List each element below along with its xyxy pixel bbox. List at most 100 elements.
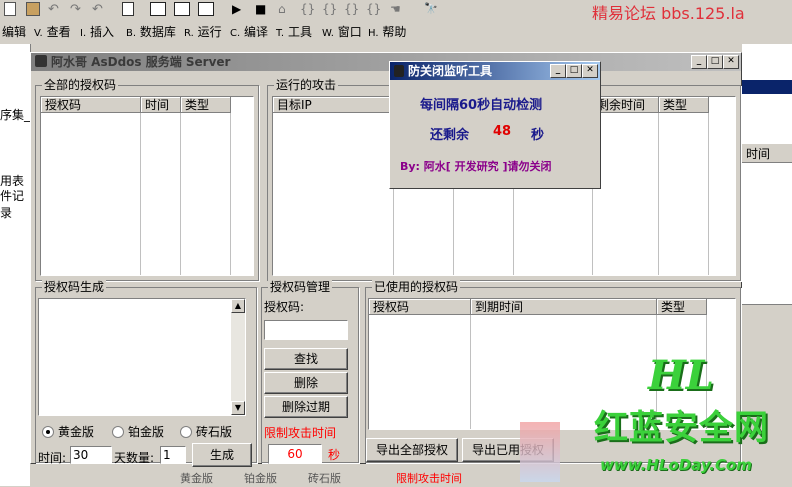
radio-gold-label: 黄金版 xyxy=(58,425,95,439)
popup-remaining-unit: 秒 xyxy=(531,128,545,143)
days-label: 天数量: xyxy=(114,451,155,465)
scroll-up-button[interactable]: ▲ xyxy=(231,299,245,313)
radio-diamond[interactable] xyxy=(180,426,192,438)
ide-left-panel: 序集_ 用表 件记录 xyxy=(0,44,31,486)
limit-label: 限制攻击时间 xyxy=(264,426,337,440)
menu-help[interactable]: H. 帮助 xyxy=(368,23,406,40)
menu-database[interactable]: B. 数据库 xyxy=(126,23,176,40)
manage-legend: 授权码管理 xyxy=(268,280,333,294)
radio-gold[interactable] xyxy=(42,426,54,438)
layout3-icon[interactable] xyxy=(198,2,214,16)
col-expire[interactable]: 到期时间 xyxy=(471,299,657,315)
stop-icon[interactable]: ■ xyxy=(255,2,271,16)
time-input[interactable]: 30 xyxy=(70,446,112,464)
maximize-button[interactable]: □ xyxy=(707,55,723,69)
col-time[interactable]: 时间 xyxy=(141,97,181,113)
close-button[interactable]: ✕ xyxy=(723,55,739,69)
bottom-edition-1: 黄金版 xyxy=(180,472,213,485)
left-fragment-3: 件记录 xyxy=(0,189,25,220)
run-icon[interactable]: ▶ xyxy=(232,2,248,16)
watermark-url: www.HLoDay.Com xyxy=(600,456,752,474)
main-titlebar[interactable]: 阿水哥 AsDdos 服务端 Server _ □ ✕ xyxy=(31,53,741,71)
popup-maximize-button[interactable]: □ xyxy=(566,64,582,78)
step-into-icon[interactable]: {} xyxy=(300,2,316,16)
col-used-code[interactable]: 授权码 xyxy=(369,299,471,315)
col-used-type[interactable]: 类型 xyxy=(657,299,707,315)
menu-window[interactable]: W. 窗口 xyxy=(322,23,362,40)
right-header: 时间 xyxy=(742,144,792,163)
popup-close-button[interactable]: ✕ xyxy=(582,64,598,78)
left-fragment-1: 序集_ xyxy=(0,108,31,122)
watermark: HL 红蓝安全网 www.HLoDay.Com xyxy=(520,352,792,486)
right-header-label: 时间 xyxy=(746,147,771,161)
col-type[interactable]: 类型 xyxy=(181,97,231,113)
radio-platinum[interactable] xyxy=(112,426,124,438)
generate-group: 授权码生成 ▲ ▼ 黄金版 铂金版 砖石版 时间: 30 天数量: 1 生成 xyxy=(35,280,257,467)
menu-run[interactable]: R. 运行 xyxy=(184,23,222,40)
hand-icon[interactable]: ☚ xyxy=(390,2,406,16)
popup-minimize-button[interactable]: _ xyxy=(550,64,566,78)
export-all-button[interactable]: 导出全部授权 xyxy=(366,438,458,462)
step-out-icon[interactable]: {} xyxy=(344,2,360,16)
code-input[interactable] xyxy=(264,320,348,340)
redo-icon[interactable]: ↷ xyxy=(70,2,86,17)
scroll-down-button[interactable]: ▼ xyxy=(231,401,245,415)
find-button[interactable]: 查找 xyxy=(264,348,348,370)
code-label: 授权码: xyxy=(264,300,305,314)
main-title: 阿水哥 AsDdos 服务端 Server xyxy=(51,55,231,69)
menu-compile[interactable]: C. 编译 xyxy=(230,23,268,40)
bottom-edition-3: 砖石版 xyxy=(308,472,341,485)
generate-button[interactable]: 生成 xyxy=(192,443,252,467)
generate-output[interactable]: ▲ ▼ xyxy=(38,298,246,416)
popup-title: 防关闭监听工具 xyxy=(408,64,493,78)
menu-view[interactable]: V. 查看 xyxy=(34,23,71,40)
popup-remaining-label: 还剩余 xyxy=(430,128,470,143)
popup-app-icon xyxy=(394,65,404,77)
radio-diamond-label: 砖石版 xyxy=(196,425,233,439)
col-code[interactable]: 授权码 xyxy=(41,97,141,113)
delete-button[interactable]: 删除 xyxy=(264,372,348,394)
step-over-icon[interactable]: {} xyxy=(322,2,338,16)
copy-icon[interactable] xyxy=(4,2,16,16)
menu-tools[interactable]: T. 工具 xyxy=(276,23,312,40)
popup-check-interval: 每间隔60秒自动检测 xyxy=(420,98,543,113)
generate-legend: 授权码生成 xyxy=(42,280,107,294)
paste-icon[interactable] xyxy=(26,2,40,16)
days-value: 1 xyxy=(163,448,171,462)
layout1-icon[interactable] xyxy=(150,2,166,16)
col-remaining[interactable]: 剩余时间 xyxy=(593,97,659,113)
limit-value: 60 xyxy=(287,447,303,461)
step-icon[interactable]: ⌂ xyxy=(278,2,294,16)
bottom-limit-label: 限制攻击时间 xyxy=(396,472,462,485)
undo-icon[interactable]: ↶ xyxy=(48,2,64,17)
bottom-edition-2: 铂金版 xyxy=(244,472,277,485)
all-codes-legend: 全部的授权码 xyxy=(42,78,119,92)
days-input[interactable]: 1 xyxy=(160,446,186,464)
watermark-logo: HL xyxy=(648,352,714,399)
layout2-icon[interactable] xyxy=(174,2,190,16)
delete-expired-button[interactable]: 删除过期 xyxy=(264,396,348,418)
popup-footer: By: 阿水[ 开发研究 ]请勿关闭 xyxy=(400,160,552,173)
popup-countdown: 48 xyxy=(493,124,512,139)
ide-menubar: 编辑 V. 查看 I. 插入 B. 数据库 R. 运行 C. 编译 T. 工具 … xyxy=(0,20,792,40)
binoculars-icon[interactable]: 🔭 xyxy=(424,2,440,16)
time-label: 时间: xyxy=(38,451,67,465)
col-running-type[interactable]: 类型 xyxy=(659,97,709,113)
all-codes-list[interactable]: 授权码 时间 类型 xyxy=(40,96,254,276)
scrollbar[interactable]: ▲ ▼ xyxy=(231,299,245,415)
undo2-icon[interactable]: ↶ xyxy=(92,2,108,17)
manage-group: 授权码管理 授权码: 查找 删除 删除过期 限制攻击时间 60 秒 xyxy=(261,280,359,464)
menu-edit[interactable]: 编辑 xyxy=(2,23,26,40)
watermark-name: 红蓝安全网 xyxy=(594,408,769,448)
watermark-badge xyxy=(520,422,560,482)
limit-input[interactable]: 60 xyxy=(268,444,322,464)
time-value: 30 xyxy=(73,448,89,462)
radio-platinum-label: 铂金版 xyxy=(128,425,165,439)
popup-titlebar[interactable]: 防关闭监听工具 _ □ ✕ xyxy=(390,62,600,80)
running-legend: 运行的攻击 xyxy=(274,78,339,92)
minimize-button[interactable]: _ xyxy=(691,55,707,69)
step-line-icon[interactable]: {} xyxy=(366,2,382,16)
menu-insert[interactable]: I. 插入 xyxy=(80,23,114,40)
limit-unit: 秒 xyxy=(328,448,341,462)
find-icon[interactable] xyxy=(122,2,134,16)
